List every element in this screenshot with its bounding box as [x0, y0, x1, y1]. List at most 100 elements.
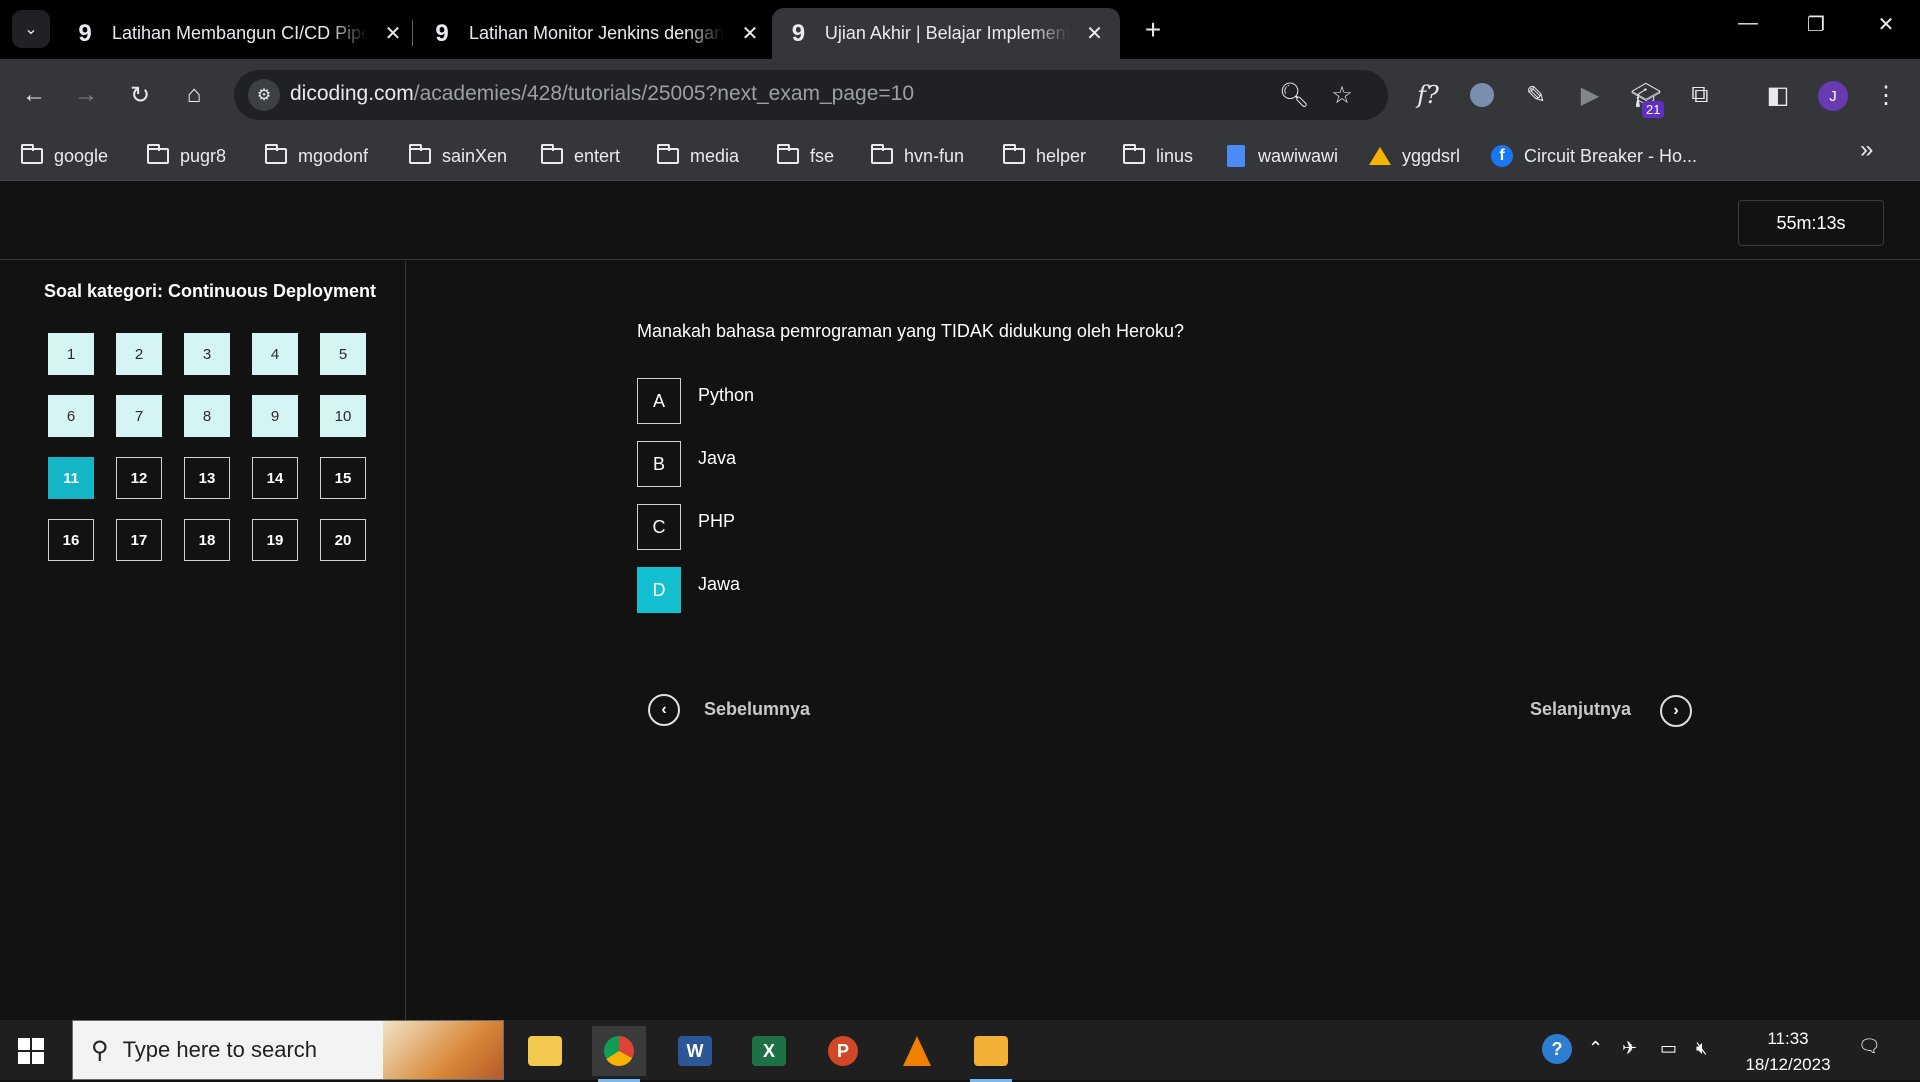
question-number-button[interactable]: 16 [48, 519, 94, 561]
address-bar[interactable]: ⚙ dicoding.com/academies/428/tutorials/2… [234, 70, 1388, 120]
system-clock[interactable]: 11:33 18/12/2023 [1738, 1026, 1838, 1078]
question-number-button[interactable]: 15 [320, 457, 366, 499]
profile-avatar[interactable]: J [1818, 81, 1848, 111]
folder-icon [870, 144, 894, 166]
bookmark-media[interactable]: media [656, 141, 739, 171]
option-c-box[interactable]: C [637, 504, 681, 550]
more-bookmarks-icon[interactable]: » [1860, 136, 1873, 164]
extensions-puzzle-icon[interactable]: ⧉ [1682, 77, 1718, 113]
close-tab-icon[interactable]: ✕ [381, 21, 405, 46]
close-tab-icon[interactable]: ✕ [1083, 21, 1106, 46]
tab-1[interactable]: 9 Latihan Membangun CI/CD Pipe ✕ [58, 8, 419, 59]
search-icon: ⚲ [91, 1036, 109, 1064]
question-number-button[interactable]: 19 [252, 519, 298, 561]
bookmark-helper[interactable]: helper [1002, 141, 1086, 171]
url-text[interactable]: dicoding.com/academies/428/tutorials/250… [290, 82, 914, 106]
airplane-mode-icon[interactable]: ✈ [1622, 1038, 1637, 1059]
facebook-icon: f [1490, 145, 1514, 167]
formula-extension-icon[interactable]: f? [1410, 77, 1446, 113]
question-number-button[interactable]: 17 [116, 519, 162, 561]
battery-icon[interactable]: ▭ [1660, 1038, 1677, 1059]
question-number-button[interactable]: 13 [184, 457, 230, 499]
taskbar-search-box[interactable]: ⚲ Type here to search [72, 1020, 504, 1080]
next-chevron-icon[interactable]: › [1660, 695, 1692, 727]
bookmark-label: yggdsrl [1402, 145, 1461, 166]
bookmark-linus[interactable]: linus [1122, 141, 1193, 171]
forward-icon[interactable]: → [68, 77, 104, 113]
question-number-button[interactable]: 8 [184, 395, 230, 437]
volume-muted-icon[interactable]: 🔇︎ [1696, 1038, 1707, 1059]
menu-kebab-icon[interactable]: ⋮ [1868, 77, 1904, 113]
bookmark-google[interactable]: google [20, 141, 108, 171]
option-d-text[interactable]: Jawa [698, 574, 740, 595]
question-number-button[interactable]: 3 [184, 333, 230, 375]
previous-button[interactable]: Sebelumnya [704, 699, 810, 720]
vlc-icon[interactable] [890, 1026, 944, 1076]
question-number-button[interactable]: 14 [252, 457, 298, 499]
back-icon[interactable]: ← [16, 77, 52, 113]
play-extension-icon[interactable]: ▶ [1572, 77, 1608, 113]
question-number-button[interactable]: 7 [116, 395, 162, 437]
site-info-icon[interactable]: ⚙ [248, 79, 280, 111]
option-d-box[interactable]: D [637, 567, 681, 613]
tab-2[interactable]: 9 Latihan Monitor Jenkins dengan ✕ [415, 8, 776, 59]
question-number-button[interactable]: 2 [116, 333, 162, 375]
question-number-button[interactable]: 11 [48, 457, 94, 499]
chrome-icon[interactable] [592, 1026, 646, 1082]
question-number-button[interactable]: 12 [116, 457, 162, 499]
question-number-button[interactable]: 6 [48, 395, 94, 437]
restore-icon[interactable]: ❐ [1796, 12, 1836, 37]
bookmark-pugr8[interactable]: pugr8 [146, 141, 226, 171]
option-c-text[interactable]: PHP [698, 511, 735, 532]
bookmark-label: google [54, 145, 109, 166]
paint-app-icon[interactable] [964, 1026, 1018, 1082]
bookmark-sainxen[interactable]: sainXen [408, 141, 507, 171]
excel-icon[interactable]: X [742, 1026, 796, 1076]
windows-start-icon[interactable] [18, 1038, 44, 1064]
side-panel-icon[interactable]: ◧ [1760, 77, 1796, 113]
question-number-button[interactable]: 5 [320, 333, 366, 375]
powerpoint-icon[interactable]: P [816, 1026, 870, 1076]
windows-taskbar: ⚲ Type here to search W X P ? ⌃ ✈ ▭ 🔇︎ 1… [0, 1020, 1920, 1082]
tray-chevron-up-icon[interactable]: ⌃ [1588, 1038, 1603, 1059]
folder-icon [264, 144, 288, 166]
bookmark-circuit-breaker[interactable]: f Circuit Breaker - Ho... [1490, 141, 1697, 171]
option-a-text[interactable]: Python [698, 385, 754, 406]
option-b-text[interactable]: Java [698, 448, 736, 469]
file-explorer-icon[interactable] [518, 1026, 572, 1076]
bookmark-yggdsrl[interactable]: yggdsrl [1368, 141, 1460, 171]
next-button[interactable]: Selanjutnya [1530, 699, 1631, 720]
zoom-icon[interactable]: 🔍︎ [1276, 77, 1312, 113]
option-b-box[interactable]: B [637, 441, 681, 487]
home-icon[interactable]: ⌂ [176, 77, 212, 113]
minimize-icon[interactable]: — [1728, 12, 1768, 35]
question-number-button[interactable]: 18 [184, 519, 230, 561]
bookmark-entert[interactable]: entert [540, 141, 620, 171]
question-number-button[interactable]: 4 [252, 333, 298, 375]
bookmark-mgodonf[interactable]: mgodonf [264, 141, 368, 171]
tab-3-active[interactable]: 9 Ujian Akhir | Belajar Implementa ✕ [772, 8, 1120, 59]
new-tab-button[interactable]: + [1138, 14, 1168, 46]
question-number-button[interactable]: 9 [252, 395, 298, 437]
close-tab-icon[interactable]: ✕ [738, 21, 762, 46]
bookmark-label: media [690, 145, 740, 166]
bookmark-star-icon[interactable]: ☆ [1324, 77, 1360, 113]
cursor-extension-icon[interactable] [1464, 77, 1500, 113]
close-window-icon[interactable]: ✕ [1866, 12, 1906, 37]
question-number-button[interactable]: 10 [320, 395, 366, 437]
bookmark-fse[interactable]: fse [776, 141, 834, 171]
option-a-box[interactable]: A [637, 378, 681, 424]
tab-search-button[interactable]: ⌄ [12, 10, 50, 48]
reload-icon[interactable]: ↻ [122, 77, 158, 113]
url-path: /academies/428/tutorials/25005?next_exam… [413, 82, 915, 105]
previous-chevron-icon[interactable]: ‹ [648, 694, 680, 726]
question-number-button[interactable]: 20 [320, 519, 366, 561]
bookmark-wawiwawi[interactable]: wawiwawi [1224, 141, 1338, 171]
help-icon[interactable]: ? [1542, 1034, 1572, 1064]
notification-icon[interactable]: 🗨︎ [1858, 1036, 1881, 1057]
bookmark-hvn-fun[interactable]: hvn-fun [870, 141, 964, 171]
question-number-button[interactable]: 1 [48, 333, 94, 375]
word-icon[interactable]: W [668, 1026, 722, 1076]
eyedropper-extension-icon[interactable]: ✎ [1518, 77, 1554, 113]
clock-date: 18/12/2023 [1745, 1055, 1831, 1074]
